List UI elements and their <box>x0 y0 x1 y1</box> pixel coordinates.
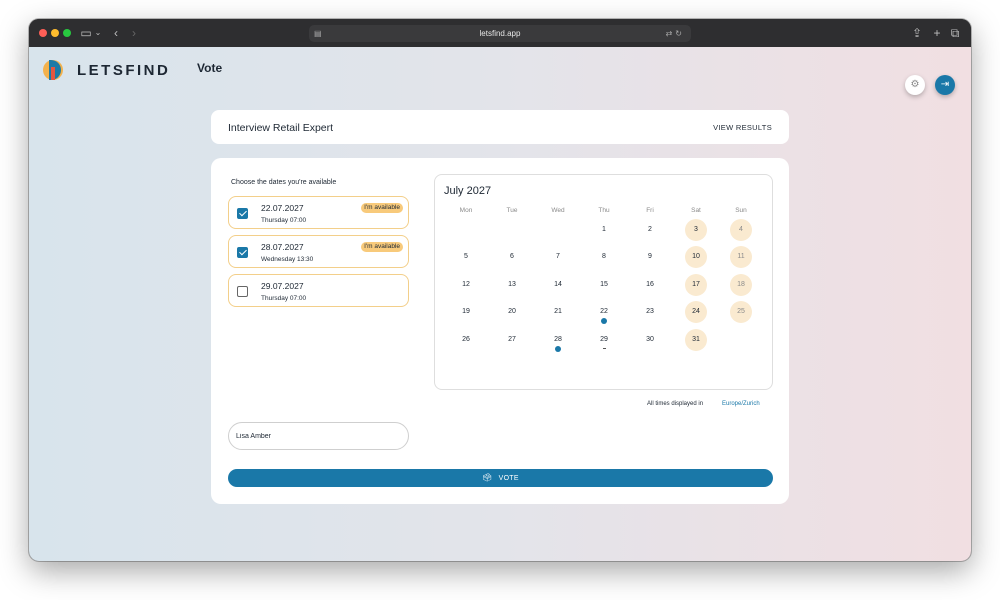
weekday-label: Fri <box>646 207 654 214</box>
calendar-day[interactable]: 16 <box>639 274 661 296</box>
weekday-label: Thu <box>598 207 610 214</box>
choose-dates-label: Choose the dates you're available <box>231 179 337 186</box>
language-settings-button[interactable]: ⚙ <box>905 75 925 95</box>
close-window-button[interactable] <box>39 29 47 37</box>
calendar-day[interactable]: 8 <box>593 246 615 268</box>
calendar-day[interactable]: 13 <box>501 274 523 296</box>
calendar-day[interactable]: 21 <box>547 301 569 323</box>
calendar: July 2027 Mon Tue Wed Thu Fri Sat Sun 1 2 3 4 5 6 7 8 9… <box>434 174 773 390</box>
forward-icon[interactable]: › <box>129 25 139 41</box>
weekday-label: Wed <box>551 207 565 214</box>
weekday-label: Sat <box>691 207 701 214</box>
globe-gear-icon: ⚙ <box>910 79 920 90</box>
share-icon[interactable]: ⇪ <box>911 25 923 41</box>
selected-date-marker <box>555 346 561 352</box>
poll-title: Interview Retail Expert <box>228 122 334 134</box>
calendar-day[interactable]: 2 <box>639 219 661 241</box>
new-tab-icon[interactable]: + <box>931 25 943 41</box>
sidebar-icon[interactable]: ▭ <box>79 25 93 41</box>
calendar-day[interactable]: 3 <box>685 219 707 241</box>
calendar-day[interactable]: 6 <box>501 246 523 268</box>
calendar-day[interactable]: 18 <box>730 274 752 296</box>
date-option-detail: Thursday 07:00 <box>261 217 307 224</box>
calendar-day[interactable]: 12 <box>455 274 477 296</box>
login-icon: ⇥ <box>940 79 950 90</box>
date-option-checkbox[interactable] <box>237 247 248 258</box>
view-results-link[interactable]: VIEW RESULTS <box>713 123 772 132</box>
calendar-day[interactable]: 17 <box>685 274 707 296</box>
calendar-day[interactable]: 30 <box>639 329 661 351</box>
brand-name: LETSFIND <box>77 61 171 79</box>
weekday-label: Mon <box>459 207 473 214</box>
minimize-window-button[interactable] <box>51 29 59 37</box>
address-bar[interactable]: ▤ letsfind.app ⇄↻ <box>309 25 691 42</box>
vote-button[interactable]: 🗳 VOTE <box>228 469 773 487</box>
page: LETSFIND Vote ⚙ ⇥ Interview Retail Exper… <box>29 47 971 561</box>
date-option[interactable]: 22.07.2027 Thursday 07:00 I'm available <box>228 196 409 229</box>
timezone-link[interactable]: Europe/Zurich <box>722 401 760 407</box>
calendar-month: July 2027 <box>444 185 492 197</box>
calendar-day[interactable]: 11 <box>730 246 752 268</box>
calendar-day[interactable]: 4 <box>730 219 752 241</box>
calendar-day[interactable]: 7 <box>547 246 569 268</box>
zoom-window-button[interactable] <box>63 29 71 37</box>
page-settings-icon[interactable]: ▤ <box>314 25 322 42</box>
date-option-checkbox[interactable] <box>237 286 248 297</box>
date-option-detail: Thursday 07:00 <box>261 295 307 302</box>
date-option-checkbox[interactable] <box>237 208 248 219</box>
chevron-down-icon[interactable]: ⌄ <box>94 25 102 41</box>
calendar-day[interactable]: 14 <box>547 274 569 296</box>
vote-button-label: VOTE <box>498 475 519 482</box>
selected-date-marker <box>601 318 607 324</box>
date-option[interactable]: 28.07.2027 Wednesday 13:30 I'm available <box>228 235 409 268</box>
calendar-day[interactable]: 27 <box>501 329 523 351</box>
calendar-day[interactable]: 31 <box>685 329 707 351</box>
name-input[interactable] <box>228 422 409 450</box>
browser-window: ▭ ⌄ ‹ › ▤ letsfind.app ⇄↻ ⇪ + ⧉ LETSFIND… <box>29 19 971 561</box>
date-option[interactable]: 29.07.2027 Thursday 07:00 <box>228 274 409 307</box>
date-option-date: 28.07.2027 <box>261 242 304 252</box>
back-icon[interactable]: ‹ <box>111 25 121 41</box>
weekday-label: Tue <box>506 207 518 214</box>
calendar-day[interactable]: 20 <box>501 301 523 323</box>
date-option-detail: Wednesday 13:30 <box>261 256 314 263</box>
page-title: Vote <box>197 61 223 75</box>
date-option-date: 29.07.2027 <box>261 281 304 291</box>
calendar-day[interactable]: 25 <box>730 301 752 323</box>
browser-titlebar: ▭ ⌄ ‹ › ▤ letsfind.app ⇄↻ ⇪ + ⧉ <box>29 19 971 47</box>
calendar-day[interactable]: 10 <box>685 246 707 268</box>
logo-mark-icon <box>43 58 67 82</box>
translate-reload-icons[interactable]: ⇄↻ <box>666 25 685 42</box>
brand-logo[interactable]: LETSFIND <box>43 57 170 83</box>
calendar-day[interactable]: 1 <box>593 219 615 241</box>
date-option-date: 22.07.2027 <box>261 203 304 213</box>
poll-header-card: Interview Retail Expert VIEW RESULTS <box>211 110 789 144</box>
vote-card: Choose the dates you're available 22.07.… <box>211 158 789 504</box>
available-badge: I'm available <box>361 203 403 213</box>
address-url: letsfind.app <box>479 29 521 38</box>
calendar-day[interactable]: 5 <box>455 246 477 268</box>
date-option-marker <box>603 348 606 349</box>
calendar-day[interactable]: 15 <box>593 274 615 296</box>
ballot-box-icon: 🗳 <box>482 473 493 482</box>
available-badge: I'm available <box>361 242 403 252</box>
weekday-label: Sun <box>735 207 747 214</box>
calendar-day[interactable]: 24 <box>685 301 707 323</box>
calendar-day[interactable]: 19 <box>455 301 477 323</box>
calendar-day[interactable]: 9 <box>639 246 661 268</box>
tab-overview-icon[interactable]: ⧉ <box>949 25 961 41</box>
timezone-label: All times displayed in <box>647 401 704 407</box>
calendar-day[interactable]: 26 <box>455 329 477 351</box>
calendar-day[interactable]: 23 <box>639 301 661 323</box>
login-button[interactable]: ⇥ <box>935 75 955 95</box>
